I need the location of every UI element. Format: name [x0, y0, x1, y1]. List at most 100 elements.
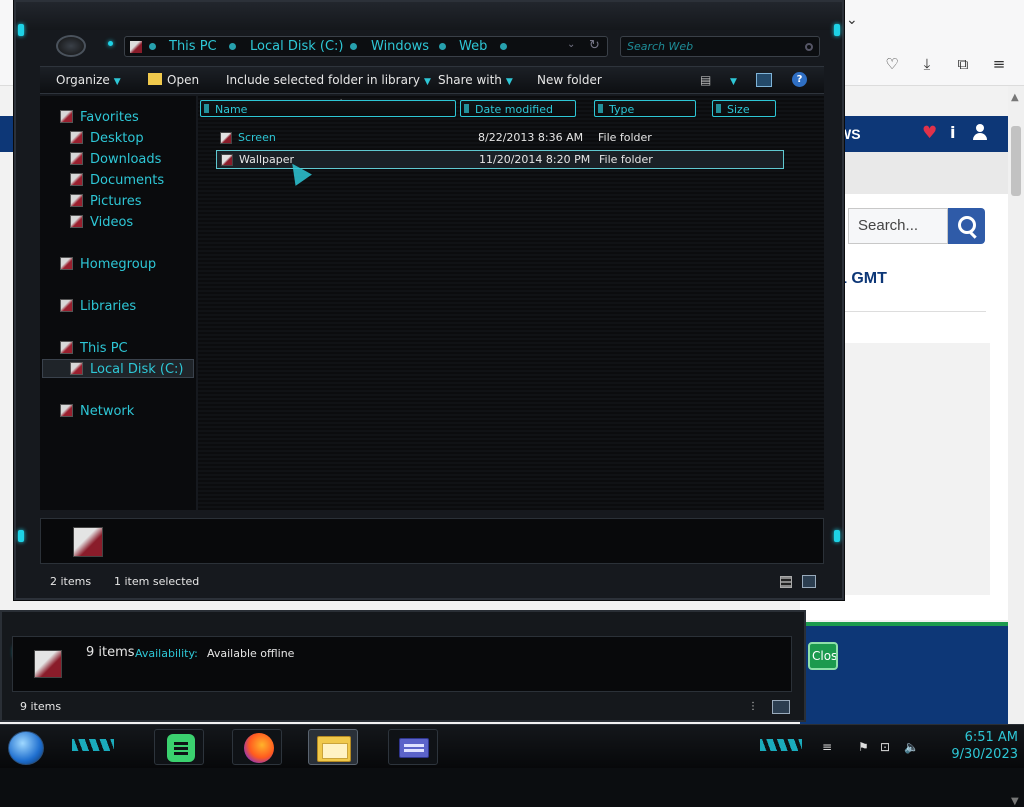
- homegroup-icon: [60, 257, 73, 270]
- control-panel-icon: [399, 738, 429, 758]
- nav-documents[interactable]: Documents: [70, 173, 164, 188]
- separator-icon[interactable]: [350, 43, 357, 50]
- nav-favorites[interactable]: Favorites: [60, 110, 139, 125]
- star-icon: [60, 110, 73, 123]
- window-frame[interactable]: [16, 2, 842, 30]
- nav-local-disk[interactable]: Local Disk (C:): [70, 362, 183, 377]
- navigation-pane: Favorites Desktop Downloads Documents Pi…: [40, 96, 196, 510]
- taskbar-app-spotify[interactable]: [154, 729, 204, 765]
- nav-network[interactable]: Network: [60, 404, 134, 419]
- column-name[interactable]: Name: [200, 100, 456, 117]
- pictures-icon: [70, 194, 83, 207]
- folder-icon: [73, 527, 103, 557]
- explorer-window[interactable]: This PC Local Disk (C:) Windows Web ⌄ ↻ …: [14, 0, 844, 600]
- status-selected-count: 1 item selected: [114, 575, 200, 588]
- menu-icon[interactable]: ≡: [989, 54, 1009, 74]
- chevron-down-icon[interactable]: ⌄: [846, 12, 858, 28]
- help-icon[interactable]: ?: [792, 72, 807, 87]
- libraries-icon: [60, 299, 73, 312]
- search-icon[interactable]: [948, 208, 985, 244]
- network-icon: [60, 404, 73, 417]
- close-button[interactable]: Close: [808, 642, 838, 670]
- open-button[interactable]: Open: [148, 73, 199, 87]
- folder-icon: [148, 73, 162, 85]
- extensions-icon[interactable]: ⧉: [953, 54, 973, 74]
- nav-videos[interactable]: Videos: [70, 215, 133, 230]
- chevron-down-icon[interactable]: ⌄: [567, 39, 575, 50]
- folder-icon: [34, 650, 62, 678]
- volume-icon[interactable]: 🔈: [904, 740, 919, 754]
- navigation-row: This PC Local Disk (C:) Windows Web ⌄ ↻ …: [16, 30, 842, 64]
- column-date-modified[interactable]: Date modified: [460, 100, 576, 117]
- network-icon[interactable]: ⊡: [880, 740, 890, 754]
- breadcrumb-local-disk[interactable]: Local Disk (C:): [250, 39, 343, 54]
- scroll-up-icon[interactable]: ▲: [1011, 92, 1019, 103]
- file-type: File folder: [599, 153, 653, 166]
- videos-icon: [70, 215, 83, 228]
- file-name: Screen: [238, 131, 276, 144]
- breadcrumb-web[interactable]: Web: [459, 39, 487, 54]
- show-hidden-icons-icon[interactable]: ≡: [822, 740, 832, 754]
- info-icon[interactable]: i: [950, 123, 955, 142]
- organize-button[interactable]: Organize ▼: [56, 73, 121, 87]
- start-button[interactable]: [8, 731, 44, 765]
- nav-this-pc[interactable]: This PC: [60, 341, 128, 356]
- details-view-icon[interactable]: [780, 576, 792, 588]
- details-pane: [40, 518, 824, 564]
- nav-desktop[interactable]: Desktop: [70, 131, 144, 146]
- nav-pictures[interactable]: Pictures: [70, 194, 141, 209]
- new-folder-button[interactable]: New folder: [537, 73, 602, 87]
- clock-date: 9/30/2023: [951, 747, 1018, 762]
- separator-icon[interactable]: [229, 43, 236, 50]
- breadcrumb-windows[interactable]: Windows: [371, 39, 429, 54]
- site-search-input[interactable]: Search...: [848, 208, 948, 244]
- nav-downloads[interactable]: Downloads: [70, 152, 161, 167]
- download-icon[interactable]: ⤓: [917, 54, 937, 74]
- user-icon[interactable]: [972, 124, 988, 140]
- documents-icon: [70, 173, 83, 186]
- preview-pane-icon[interactable]: [756, 73, 772, 87]
- availability-label: Availability:: [135, 647, 198, 660]
- status-item-count: 9 items: [20, 700, 62, 713]
- address-bar[interactable]: This PC Local Disk (C:) Windows Web ⌄ ↻: [124, 36, 608, 57]
- heart-icon[interactable]: ♥: [922, 123, 937, 143]
- flag-icon[interactable]: ⚑: [858, 740, 869, 754]
- file-list[interactable]: ▲ Name Date modified Type Size Screen 8/…: [198, 96, 824, 510]
- system-clock[interactable]: 6:51 AM 9/30/2023: [922, 729, 1018, 763]
- file-explorer-icon: [317, 736, 351, 762]
- nav-homegroup[interactable]: Homegroup: [60, 257, 156, 272]
- scroll-thumb[interactable]: [1011, 126, 1021, 196]
- details-view-icon[interactable]: ⋮: [748, 701, 758, 713]
- back-forward-orb-icon[interactable]: [56, 35, 86, 57]
- firefox-icon: [244, 733, 274, 763]
- taskbar-app-control-panel[interactable]: [388, 729, 438, 765]
- drive-icon: [70, 362, 83, 375]
- column-type[interactable]: Type: [594, 100, 696, 117]
- view-options-chevron-icon[interactable]: ▼: [726, 73, 737, 87]
- separator-icon[interactable]: [439, 43, 446, 50]
- large-icons-view-icon[interactable]: [802, 575, 816, 588]
- list-item[interactable]: Screen 8/22/2013 8:36 AM File folder: [216, 129, 784, 148]
- refresh-icon[interactable]: ↻: [589, 38, 600, 53]
- nav-libraries[interactable]: Libraries: [60, 299, 136, 314]
- search-icon[interactable]: [805, 43, 813, 51]
- decoration: [760, 739, 802, 751]
- include-library-button[interactable]: Include selected folder in library ▼: [226, 73, 431, 87]
- separator-icon[interactable]: [500, 43, 507, 50]
- taskbar-app-firefox[interactable]: [232, 729, 282, 765]
- taskbar-app-file-explorer[interactable]: [308, 729, 358, 765]
- column-size[interactable]: Size: [712, 100, 776, 117]
- share-with-button[interactable]: Share with ▼: [438, 73, 513, 87]
- breadcrumb-this-pc[interactable]: This PC: [169, 39, 217, 54]
- browser-scrollbar[interactable]: ▲ ▼: [1008, 86, 1024, 807]
- background-explorer-window[interactable]: 9 items Availability: Available offline …: [0, 610, 806, 722]
- large-icons-view-icon[interactable]: [772, 700, 790, 714]
- change-view-icon[interactable]: ▤: [700, 73, 714, 87]
- status-item-count: 2 items: [50, 575, 92, 588]
- pocket-icon[interactable]: ♡: [882, 54, 902, 74]
- scroll-down-icon[interactable]: ▼: [1011, 796, 1019, 807]
- file-name: Wallpaper: [239, 153, 295, 166]
- search-input[interactable]: Search Web: [620, 36, 820, 57]
- spotify-icon: [167, 734, 195, 762]
- folder-icon: [220, 132, 232, 144]
